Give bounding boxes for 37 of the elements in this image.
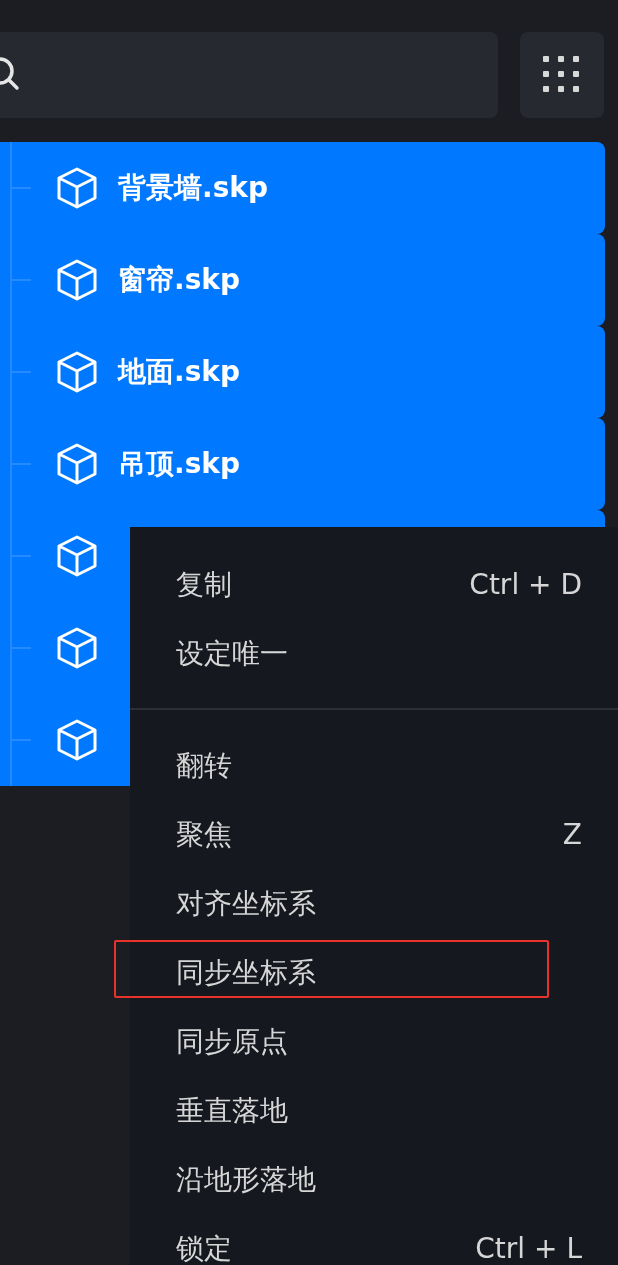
menu-item-label: 对齐坐标系 <box>176 885 316 922</box>
tree-item[interactable]: 背景墙.skp <box>0 142 605 234</box>
tree-item[interactable]: 窗帘.skp <box>0 234 605 326</box>
menu-item[interactable]: 聚焦 Z <box>130 800 618 869</box>
search-field[interactable] <box>0 32 498 118</box>
tree-item[interactable]: 吊顶.skp <box>0 418 605 510</box>
menu-item-label: 同步坐标系 <box>176 954 316 991</box>
menu-item-label: 沿地形落地 <box>176 1161 316 1198</box>
menu-item[interactable]: 同步坐标系 <box>130 938 618 1007</box>
menu-item[interactable]: 复制 Ctrl + D <box>130 550 618 619</box>
menu-item[interactable]: 沿地形落地 <box>130 1145 618 1214</box>
shortcut-label: Ctrl + L <box>475 1232 582 1265</box>
menu-item-label: 垂直落地 <box>176 1092 288 1129</box>
cube-icon <box>55 166 99 210</box>
menu-item[interactable]: 设定唯一 <box>130 619 618 688</box>
menu-item-label: 复制 <box>176 566 232 603</box>
cube-icon <box>55 626 99 670</box>
cube-icon <box>55 718 99 762</box>
menu-item[interactable]: 同步原点 <box>130 1007 618 1076</box>
menu-item-label: 翻转 <box>176 747 232 784</box>
cube-icon <box>55 442 99 486</box>
grid-icon <box>543 56 581 94</box>
menu-item[interactable]: 垂直落地 <box>130 1076 618 1145</box>
cube-icon <box>55 534 99 578</box>
cube-icon <box>55 258 99 302</box>
cube-icon <box>55 350 99 394</box>
menu-item[interactable]: 对齐坐标系 <box>130 869 618 938</box>
shortcut-label: Ctrl + D <box>469 568 582 601</box>
tree-item[interactable]: 地面.skp <box>0 326 605 418</box>
menu-item[interactable]: 翻转 <box>130 731 618 800</box>
menu-item-label: 锁定 <box>176 1230 232 1265</box>
menu-item-label: 设定唯一 <box>176 635 288 672</box>
shortcut-label: Z <box>562 818 582 851</box>
menu-item[interactable]: 锁定 Ctrl + L <box>130 1214 618 1265</box>
menu-item-label: 同步原点 <box>176 1023 288 1060</box>
grid-button[interactable] <box>520 32 604 118</box>
menu-item-label: 聚焦 <box>176 816 232 853</box>
